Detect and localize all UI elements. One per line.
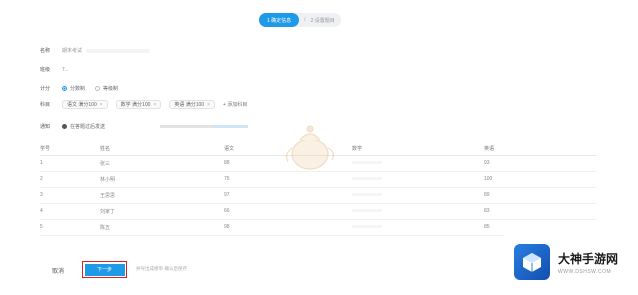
cell-score[interactable]: 66: [224, 203, 352, 220]
name-label: 名称: [40, 48, 51, 54]
user-icon: [62, 124, 67, 129]
step-1-active[interactable]: 1 确定信息: [259, 13, 300, 27]
cube-logo-icon: [514, 244, 550, 280]
cell-score[interactable]: 93: [484, 155, 596, 172]
col-header: 学号: [40, 143, 100, 156]
cell-id: 4: [40, 203, 100, 220]
cell-blur: [352, 177, 382, 180]
brand-watermark: 大神手游网 WWW.DSHSW.COM: [504, 229, 638, 295]
cell-score[interactable]: 97: [224, 187, 352, 204]
cell-blur: [352, 161, 382, 164]
class-value[interactable]: T...: [62, 67, 69, 73]
notify-detail-blur: [160, 125, 212, 128]
cell-blur: [352, 209, 382, 212]
cell-score[interactable]: 83: [484, 203, 596, 220]
name-value[interactable]: 期末考试: [62, 47, 82, 54]
radio-score[interactable]: 分数制: [62, 85, 85, 92]
subjects-row: 科目 语文 满分100 × 数学 满分100 × 英语 满分100 × + 添加…: [40, 100, 247, 109]
col-header: 数学: [352, 143, 484, 156]
col-header: 姓名: [100, 143, 224, 156]
cell-name: 陈五: [100, 219, 224, 236]
cell-score[interactable]: 98: [224, 219, 352, 236]
cell-score[interactable]: [352, 203, 484, 220]
step-indicator: 1 确定信息 / 2 设置题目: [259, 13, 341, 27]
notify-value: 在答题过后发送: [70, 124, 106, 130]
col-header: 英语: [484, 143, 596, 156]
radio-grade[interactable]: 等级制: [95, 85, 118, 92]
scoring-label: 计分: [40, 86, 51, 92]
table-row[interactable]: 4 刘家丁 66 83: [40, 203, 596, 220]
cell-name: 张三: [100, 155, 224, 172]
cancel-button[interactable]: 取消: [52, 266, 64, 275]
watermark-teapot-icon: [286, 125, 334, 170]
table-row[interactable]: 3 王思思 97 89: [40, 187, 596, 204]
cell-score[interactable]: [352, 171, 484, 188]
subject-tag[interactable]: 英语 满分100 ×: [169, 100, 215, 109]
cell-score[interactable]: [352, 187, 484, 204]
subject-tag[interactable]: 语文 满分100 ×: [62, 100, 108, 109]
notify-label: 通知: [40, 124, 51, 130]
step-separator: /: [304, 17, 306, 23]
radio-grade-label: 等级制: [103, 86, 119, 92]
notify-link-blur: [212, 125, 248, 128]
brand-name: 大神手游网: [558, 251, 619, 266]
close-icon[interactable]: ×: [153, 102, 156, 108]
radio-score-label: 分数制: [70, 86, 86, 92]
add-subject-link[interactable]: + 添加科目: [223, 101, 247, 108]
subject-tag[interactable]: 数学 满分100 ×: [115, 100, 162, 109]
close-icon[interactable]: ×: [207, 102, 210, 108]
cell-blur: [352, 225, 382, 228]
radio-checked-icon: [62, 86, 67, 91]
subjects-label: 科目: [40, 102, 51, 108]
brand-text: 大神手游网 WWW.DSHSW.COM: [558, 250, 618, 275]
notify-option[interactable]: 在答题过后发送: [62, 123, 105, 130]
scoring-row: 计分 分数制 等级制: [40, 85, 128, 92]
next-button[interactable]: 下一步: [84, 263, 125, 276]
cell-score[interactable]: [352, 219, 484, 236]
cell-name: 王思思: [100, 187, 224, 204]
cell-name: 林小明: [100, 171, 224, 188]
class-label: 班级: [40, 67, 51, 73]
step-2[interactable]: 2 设置题目: [311, 17, 335, 24]
close-icon[interactable]: ×: [100, 102, 103, 108]
radio-unchecked-icon: [95, 86, 101, 91]
name-row: 名称 期末考试: [40, 47, 151, 54]
highlight-box: 下一步: [82, 261, 127, 278]
subject-tag-label: 数学 满分100: [120, 102, 151, 108]
notify-row: 通知 在答题过后发送: [40, 123, 105, 130]
cell-score[interactable]: 100: [484, 171, 596, 188]
cell-score[interactable]: 89: [484, 187, 596, 204]
subject-tag-label: 语文 满分100: [67, 102, 97, 108]
name-field-blur: [86, 48, 151, 53]
subject-tag-label: 英语 满分100: [174, 102, 205, 108]
cell-id: 1: [40, 155, 100, 172]
cell-blur: [352, 193, 382, 196]
cell-score[interactable]: [352, 155, 484, 172]
class-row: 班级 T...: [40, 66, 69, 74]
cell-id: 3: [40, 187, 100, 204]
cell-id: 2: [40, 171, 100, 188]
add-subject-label: 添加科目: [227, 102, 248, 108]
cell-id: 5: [40, 219, 100, 236]
footer-hint: 并导出成绩单·确认后保存: [136, 266, 187, 271]
cell-name: 刘家丁: [100, 203, 224, 220]
brand-url: WWW.DSHSW.COM: [558, 268, 612, 275]
